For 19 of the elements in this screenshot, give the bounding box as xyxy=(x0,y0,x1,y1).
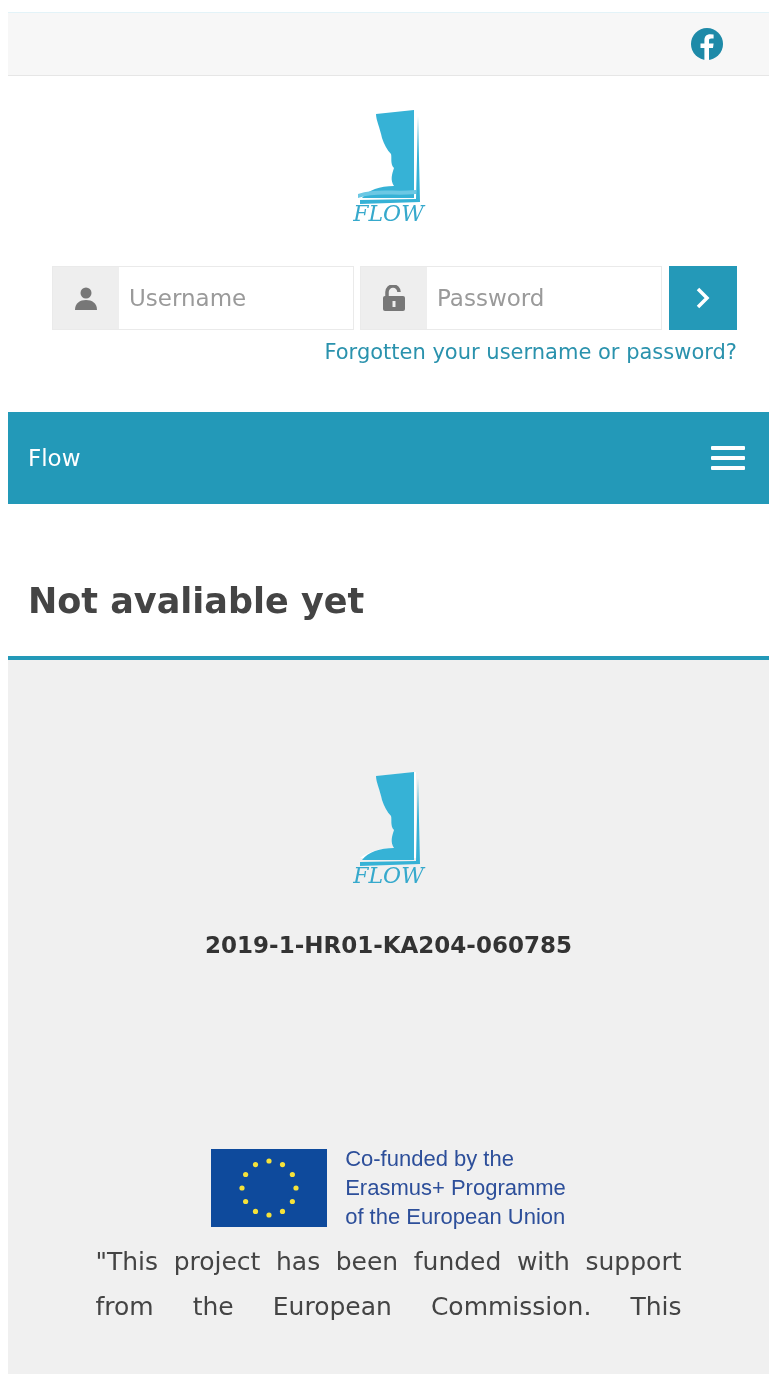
menu-icon[interactable] xyxy=(711,446,745,470)
login-button[interactable] xyxy=(669,266,737,330)
facebook-icon[interactable] xyxy=(691,28,723,60)
project-code: 2019-1-HR01-KA204-060785 xyxy=(205,932,572,960)
forgot-password-link[interactable]: Forgotten your username or password? xyxy=(324,340,737,370)
password-field[interactable]: Password xyxy=(360,266,662,330)
disclaimer-text: "This project has been funded with support from the European Commission. This xyxy=(95,1246,682,1323)
logo-text: FLOW xyxy=(353,202,424,226)
eu-flag-icon xyxy=(211,1148,328,1227)
username-input[interactable]: Username xyxy=(119,267,353,329)
site-title[interactable]: Flow xyxy=(28,445,81,471)
logo-text: FLOW xyxy=(353,864,424,888)
unlocked-padlock-icon xyxy=(382,285,406,311)
password-input[interactable]: Password xyxy=(427,267,661,329)
chevron-right-icon xyxy=(696,287,710,309)
username-field[interactable]: Username xyxy=(52,266,354,330)
page-heading: Not avaliable yet xyxy=(27,580,366,623)
user-icon xyxy=(74,286,98,310)
eu-funding-text: Co-funded by the Erasmus+ Programme of the European Union xyxy=(345,1145,566,1231)
